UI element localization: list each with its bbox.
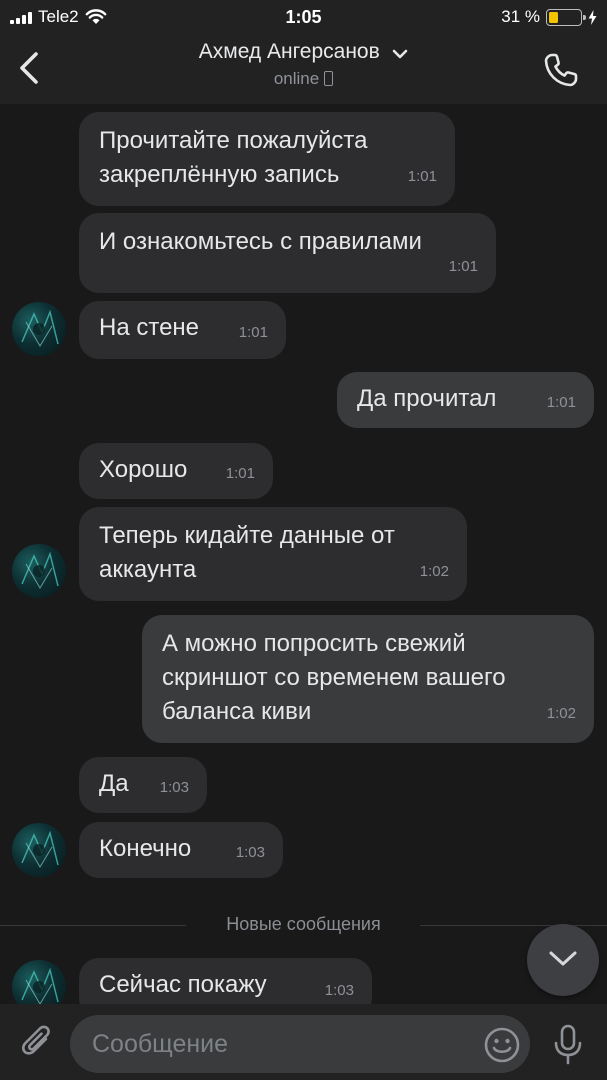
message-time: 1:01 xyxy=(238,324,268,341)
message-bubble-incoming[interactable]: Теперь кидайте данные от аккаунта 1:02 xyxy=(79,507,467,601)
divider-line xyxy=(420,925,607,926)
message-time: 1:01 xyxy=(225,465,255,482)
avatar-image xyxy=(21,551,59,589)
battery-icon xyxy=(546,8,586,26)
message-time: 1:01 xyxy=(448,258,478,275)
status-bar: Tele2 1:05 31 % xyxy=(0,0,607,34)
message-time: 1:02 xyxy=(419,563,449,580)
message-time: 1:01 xyxy=(546,394,576,411)
message-bubble-incoming[interactable]: Хорошо 1:01 xyxy=(79,443,273,499)
avatar[interactable] xyxy=(12,544,66,598)
scroll-to-bottom-button[interactable] xyxy=(527,924,599,996)
message-time: 1:01 xyxy=(407,168,437,185)
contact-info[interactable]: Ахмед Ангерсанов online xyxy=(0,40,607,89)
chat-header: Ахмед Ангерсанов online xyxy=(0,34,607,104)
message-bubble-incoming[interactable]: Сейчас покажу 1:03 xyxy=(79,958,372,1004)
message-text: Да xyxy=(99,770,129,797)
message-text: И ознакомьтесь с правилами xyxy=(99,228,422,255)
message-text: Прочитайте пожалуйста xyxy=(99,127,368,154)
phone-icon[interactable] xyxy=(541,50,581,90)
microphone-icon[interactable] xyxy=(552,1024,584,1066)
message-composer xyxy=(0,1004,607,1080)
message-list[interactable]: Прочитайте пожалуйста закреплённую запис… xyxy=(0,104,607,1004)
message-time: 1:03 xyxy=(159,779,189,796)
message-text: На стене xyxy=(99,314,200,341)
message-time: 1:03 xyxy=(324,982,354,999)
mobile-icon xyxy=(324,71,334,86)
message-text: баланса киви xyxy=(162,698,312,725)
message-text: аккаунта xyxy=(99,556,197,583)
message-bubble-incoming[interactable]: Конечно 1:03 xyxy=(79,822,283,878)
message-bubble-incoming[interactable]: Прочитайте пожалуйста закреплённую запис… xyxy=(79,112,455,206)
message-text: закреплённую запись xyxy=(99,161,340,188)
avatar-image xyxy=(21,967,59,1004)
avatar[interactable] xyxy=(12,960,66,1004)
avatar-image xyxy=(21,830,59,868)
emoji-icon[interactable] xyxy=(483,1026,521,1064)
message-input[interactable] xyxy=(70,1015,530,1073)
paperclip-icon[interactable] xyxy=(20,1022,56,1062)
online-status: online xyxy=(273,69,320,88)
avatar-image xyxy=(21,309,59,347)
message-bubble-incoming[interactable]: На стене 1:01 xyxy=(79,301,286,359)
message-bubble-incoming[interactable]: И ознакомьтесь с правилами 1:01 xyxy=(79,213,496,293)
chevron-down-icon xyxy=(392,49,408,59)
chevron-down-icon xyxy=(549,951,577,966)
battery-group: 31 % xyxy=(501,7,597,27)
new-messages-divider: Новые сообщения xyxy=(0,914,607,936)
message-text: Теперь кидайте данные от xyxy=(99,522,395,549)
contact-name: Ахмед Ангерсанов xyxy=(198,40,380,63)
message-text: Да прочитал xyxy=(357,385,497,412)
message-text: Сейчас покажу xyxy=(99,971,267,998)
message-text: скриншот со временем вашего xyxy=(162,664,506,691)
battery-fill xyxy=(549,11,558,23)
avatar[interactable] xyxy=(12,302,66,356)
message-text: Хорошо xyxy=(99,456,188,483)
avatar[interactable] xyxy=(12,823,66,877)
battery-percent: 31 % xyxy=(501,7,540,26)
contact-status: online xyxy=(0,69,607,89)
message-bubble-outgoing[interactable]: А можно попросить свежий скриншот со вре… xyxy=(142,615,594,743)
message-text: Конечно xyxy=(99,835,192,862)
charging-icon xyxy=(588,9,597,25)
message-text: А можно попросить свежий xyxy=(162,630,466,657)
message-time: 1:03 xyxy=(235,844,265,861)
message-bubble-outgoing[interactable]: Да прочитал 1:01 xyxy=(337,372,594,428)
message-time: 1:02 xyxy=(546,705,576,722)
message-bubble-incoming[interactable]: Да 1:03 xyxy=(79,757,207,813)
